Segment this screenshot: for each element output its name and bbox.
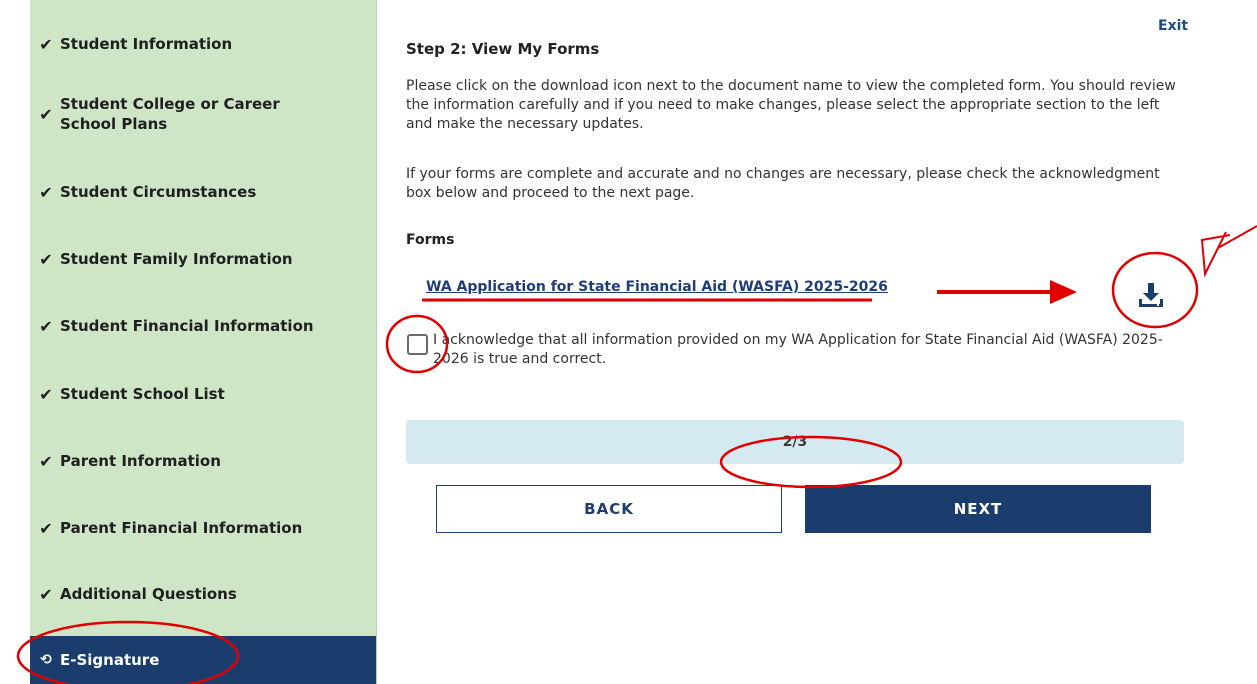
sidebar-item-label: E-Signature: [60, 651, 160, 669]
acknowledge-label: I acknowledge that all information provi…: [433, 332, 1163, 367]
sidebar-item-label: Student Circumstances: [60, 183, 257, 201]
sidebar-item-college-plans[interactable]: ✔ Student College or Career School Plans: [30, 92, 376, 136]
sidebar-item-student-school-list[interactable]: ✔ Student School List: [30, 380, 376, 408]
check-icon: ✔: [39, 34, 53, 54]
sidebar-item-student-information[interactable]: ✔ Student Information: [30, 30, 376, 58]
sidebar-item-parent-information[interactable]: ✔ Parent Information: [30, 447, 376, 475]
sidebar-item-label: Student School List: [60, 385, 225, 403]
form-link-wasfa[interactable]: WA Application for State Financial Aid (…: [426, 279, 888, 295]
check-icon: ✔: [39, 104, 53, 124]
page-title: Step 2: View My Forms: [406, 40, 600, 58]
check-icon: ✔: [39, 584, 53, 604]
sidebar-item-label: Student Financial Information: [60, 317, 314, 335]
download-icon[interactable]: [1133, 277, 1169, 313]
annotation-arrow-head: [1050, 280, 1077, 304]
check-icon: ✔: [39, 451, 53, 471]
annotation-arrow-hollow: [1200, 225, 1257, 278]
sidebar-item-student-circumstances[interactable]: ✔ Student Circumstances: [30, 178, 376, 206]
forms-heading: Forms: [406, 232, 455, 248]
sidebar-item-label: Student Information: [60, 35, 233, 53]
check-icon: ✔: [39, 384, 53, 404]
acknowledge-checkbox[interactable]: [407, 334, 428, 355]
sidebar-item-label: Parent Financial Information: [60, 519, 303, 537]
sidebar-item-e-signature[interactable]: ⟲ E-Signature: [30, 636, 376, 684]
back-button[interactable]: BACK: [436, 485, 782, 533]
exit-link[interactable]: Exit: [1158, 18, 1188, 34]
next-button[interactable]: NEXT: [805, 485, 1151, 533]
sidebar-item-parent-financial-information[interactable]: ✔ Parent Financial Information: [30, 514, 376, 542]
confirm-text: If your forms are complete and accurate …: [406, 166, 1160, 201]
progress-text: 2/3: [782, 434, 808, 450]
sidebar-item-additional-questions[interactable]: ✔ Additional Questions: [30, 580, 376, 608]
instructions-text: Please click on the download icon next t…: [406, 78, 1176, 132]
sidebar-item-label: Additional Questions: [60, 585, 237, 603]
check-icon: ✔: [39, 518, 53, 538]
check-icon: ✔: [39, 182, 53, 202]
history-icon: ⟲: [40, 652, 52, 668]
check-icon: ✔: [39, 316, 53, 336]
check-icon: ✔: [39, 249, 53, 269]
sidebar-item-student-financial-information[interactable]: ✔ Student Financial Information: [30, 312, 376, 340]
sidebar: ✔ Student Information ✔ Student College …: [30, 0, 377, 684]
sidebar-item-label: Parent Information: [60, 452, 221, 470]
sidebar-item-label: Student Family Information: [60, 250, 293, 268]
sidebar-item-student-family-information[interactable]: ✔ Student Family Information: [30, 245, 376, 273]
progress-bar: 2/3: [406, 420, 1184, 464]
sidebar-item-label: Student College or Career School Plans: [60, 95, 280, 133]
